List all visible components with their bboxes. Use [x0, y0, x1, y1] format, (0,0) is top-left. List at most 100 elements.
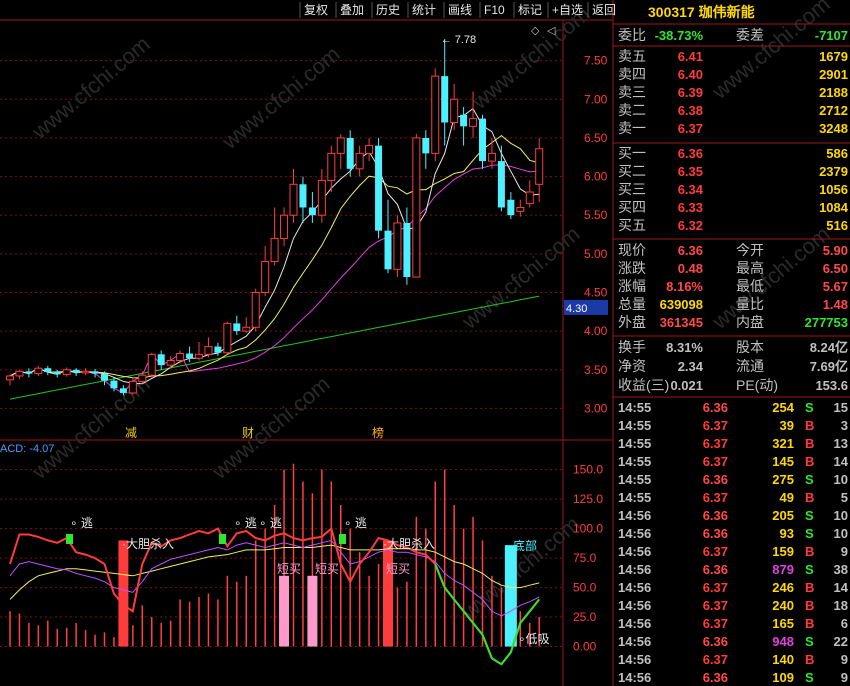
candle-up[interactable]	[251, 291, 260, 328]
toolbar-button-7[interactable]: +自选	[552, 3, 583, 17]
candle-down[interactable]	[157, 354, 165, 366]
candle-up[interactable]	[128, 380, 137, 394]
candle-up[interactable]	[166, 359, 175, 366]
candle-down[interactable]	[497, 161, 505, 208]
event-label[interactable]: 减	[125, 426, 137, 440]
candle-down[interactable]	[186, 353, 194, 359]
stat-row-label1: 总量	[618, 296, 646, 312]
indicator-tick: 75.0	[573, 551, 597, 565]
candle-down[interactable]	[384, 230, 392, 270]
tick-volume: 948	[772, 634, 794, 649]
candle-up[interactable]	[147, 353, 156, 376]
candle-down[interactable]	[346, 137, 354, 169]
bold-buy-label-2: ·大胆杀入	[383, 536, 435, 551]
candle-up[interactable]	[365, 145, 374, 154]
toolbar-button-5[interactable]: F10	[484, 3, 505, 17]
toolbar-button-0[interactable]: 复权	[304, 3, 328, 17]
tick-side: B	[805, 598, 814, 613]
candle-down[interactable]	[119, 388, 127, 393]
indicator-tick: 25.0	[573, 610, 597, 624]
toolbar-button-2[interactable]: 历史	[376, 3, 400, 17]
buy-row-value2: 1056	[819, 182, 848, 197]
signal-bar[interactable]	[279, 575, 290, 647]
price-tick: 5.00	[584, 247, 608, 261]
candle-up[interactable]	[176, 353, 185, 361]
candle-up[interactable]	[6, 375, 14, 381]
tick-side: S	[805, 670, 814, 685]
candle-down[interactable]	[308, 207, 316, 216]
toolbar-button-3[interactable]: 统计	[412, 3, 436, 17]
sell-row-label1: 卖四	[618, 66, 646, 82]
candle-up[interactable]	[81, 370, 90, 374]
candle-up[interactable]	[535, 148, 544, 185]
tick-count: 38	[834, 562, 848, 577]
candle-up[interactable]	[487, 152, 496, 162]
buy-row-value2: 516	[826, 218, 848, 233]
candle-down[interactable]	[233, 323, 241, 332]
price-tick: 7.50	[584, 54, 608, 68]
tick-volume: 205	[772, 508, 794, 523]
candle-down[interactable]	[422, 137, 430, 154]
candle-up[interactable]	[450, 98, 459, 123]
signal-bar[interactable]	[383, 540, 393, 647]
candle-down[interactable]	[214, 346, 222, 353]
collapse-icon[interactable]: ◁	[547, 25, 556, 37]
candle-up[interactable]	[289, 183, 298, 216]
event-label[interactable]: 财	[242, 426, 254, 440]
candle-up[interactable]	[138, 374, 147, 382]
candle-up[interactable]	[355, 152, 364, 170]
candle-up[interactable]	[242, 326, 251, 332]
bold-buy-label-1: ·大胆杀入	[122, 536, 174, 551]
candle-up[interactable]	[469, 118, 478, 127]
candle-up[interactable]	[62, 369, 71, 375]
stat-row-value1: 361345	[660, 315, 703, 330]
candle-down[interactable]	[25, 371, 33, 374]
toolbar-button-6[interactable]: 标记	[518, 3, 542, 17]
indicator-tick: 100.0	[573, 522, 603, 536]
candle-down[interactable]	[101, 373, 108, 381]
stat-row-value2: 1.48	[823, 297, 848, 312]
event-label[interactable]: 榜	[372, 425, 384, 440]
candle-up[interactable]	[280, 214, 289, 239]
tick-time: 14:56	[618, 616, 651, 631]
candle-down[interactable]	[53, 372, 61, 375]
candle-down[interactable]	[72, 369, 80, 373]
candle-up[interactable]	[34, 367, 43, 375]
tick-price: 6.37	[703, 598, 728, 613]
diamond-icon[interactable]: ◇	[531, 25, 540, 37]
bottom-signal-bar[interactable]	[504, 545, 517, 647]
candle-down[interactable]	[507, 199, 515, 216]
candle-up[interactable]	[261, 261, 270, 293]
candle-up[interactable]	[393, 222, 402, 270]
candle-up[interactable]	[525, 191, 534, 205]
candle-up[interactable]	[223, 322, 232, 354]
candle-down[interactable]	[44, 368, 52, 373]
candle-down[interactable]	[441, 76, 449, 123]
signal-bar[interactable]	[118, 540, 129, 647]
buy-row-label1: 买四	[618, 199, 646, 215]
candle-up[interactable]	[412, 137, 421, 278]
candle-up[interactable]	[431, 75, 440, 154]
candle-up[interactable]	[15, 370, 24, 377]
toolbar-button-8[interactable]: 返回	[592, 3, 616, 17]
candle-down[interactable]	[91, 371, 99, 374]
toolbar-button-4[interactable]: 画线	[448, 3, 472, 17]
candle-down[interactable]	[299, 184, 307, 208]
candle-down[interactable]	[110, 380, 118, 389]
candle-up[interactable]	[327, 152, 336, 181]
candle-up[interactable]	[317, 179, 326, 216]
candle-up[interactable]	[516, 206, 525, 212]
candle-up[interactable]	[270, 237, 279, 263]
candle-down[interactable]	[403, 222, 411, 278]
stock-chart[interactable]: www.cfchi.com www.cfchi.com www.cfchi.comw…	[0, 0, 850, 686]
candle-down[interactable]	[479, 118, 486, 162]
weibi-row-label1: 委比	[618, 27, 646, 43]
toolbar-button-1[interactable]: 叠加	[340, 3, 364, 17]
candle-up[interactable]	[336, 137, 345, 154]
candle-down[interactable]	[375, 145, 383, 231]
candle-up[interactable]	[204, 346, 213, 355]
signal-bar[interactable]	[307, 575, 318, 647]
candle-up[interactable]	[195, 353, 203, 359]
candle-down[interactable]	[460, 114, 468, 127]
toolbar[interactable]: 复权 叠加 历史 统计 画线 F10 标记 +自选 返回	[299, 2, 616, 18]
